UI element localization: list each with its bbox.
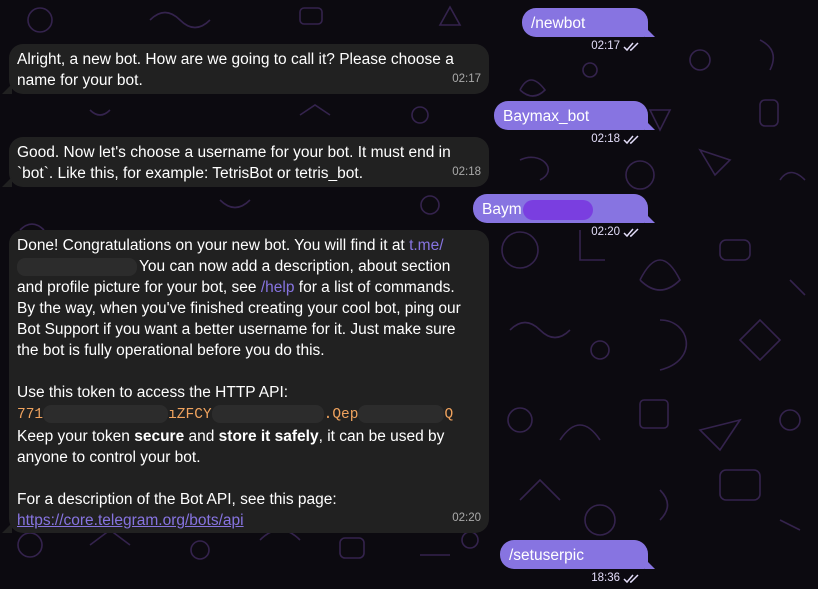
outgoing-message-newbot[interactable]: /newbot 02:17 [522, 8, 655, 52]
token-part: 771 [17, 407, 44, 423]
message-meta: 02:17 [591, 36, 640, 57]
token-part: .Qep [323, 407, 359, 423]
bot-api-link[interactable]: https://core.telegram.org/bots/api [17, 512, 244, 529]
api-token[interactable]: 771 ıZFCY .Qep Q [17, 403, 477, 426]
message-time: 02:17 [591, 40, 620, 52]
message-meta: 02:18 [591, 129, 640, 150]
token-label: Use this token to access the HTTP API: [17, 384, 289, 401]
message-time: 02:20 [452, 512, 481, 524]
text-span: Done! Congratulations on your new bot. Y… [17, 237, 410, 254]
message-meta: 02:20 [452, 508, 481, 529]
outgoing-message-setuserpic[interactable]: /setuserpic 18:36 [500, 540, 655, 584]
text-span: Keep your token [17, 428, 135, 445]
paragraph-congratulations: Done! Congratulations on your new bot. Y… [17, 235, 477, 361]
incoming-message-bot-created[interactable]: Done! Congratulations on your new bot. Y… [2, 230, 489, 533]
message-time: 02:20 [591, 226, 620, 238]
message-time: 18:36 [591, 572, 620, 584]
message-meta: 02:20 [591, 222, 640, 243]
message-time: 02:18 [452, 166, 481, 178]
bot-link[interactable]: t.me/ [409, 237, 443, 254]
message-text: /setuserpic [509, 547, 584, 564]
help-command-link[interactable]: /help [261, 279, 295, 296]
message-text: Good. Now let's choose a username for yo… [17, 144, 451, 182]
redacted-bot-link [17, 257, 137, 276]
message-meta: 02:17 [452, 69, 481, 90]
paragraph-bot-api: For a description of the Bot API, see th… [17, 489, 477, 531]
double-check-icon [623, 227, 639, 237]
message-meta: 02:18 [452, 162, 481, 183]
outgoing-message-bot-name[interactable]: Baymax_bot 02:18 [494, 101, 655, 145]
message-text: /newbot [531, 15, 586, 32]
redacted-token-segment [358, 404, 445, 423]
redacted-token-segment [43, 404, 169, 423]
text-span: and [184, 428, 219, 445]
message-text: Baym [482, 201, 522, 218]
message-text: Alright, a new bot. How are we going to … [17, 51, 454, 89]
message-time: 02:17 [452, 73, 481, 85]
bold-text: store it safely [218, 428, 319, 445]
text-span: For a description of the Bot API, see th… [17, 491, 337, 508]
redacted-token-segment [211, 404, 324, 423]
message-text: Baymax_bot [503, 108, 590, 125]
message-time: 02:18 [591, 133, 620, 145]
incoming-message-choose-name[interactable]: Alright, a new bot. How are we going to … [2, 44, 489, 94]
redacted-username [522, 199, 593, 220]
token-part: Q [444, 407, 454, 423]
outgoing-message-username[interactable]: Baym 02:20 [473, 194, 655, 238]
incoming-message-choose-username[interactable]: Good. Now let's choose a username for yo… [2, 137, 489, 187]
message-meta: 18:36 [591, 568, 640, 589]
paragraph-keep-secure: Keep your token secure and store it safe… [17, 426, 477, 468]
double-check-icon [623, 41, 639, 51]
double-check-icon [623, 573, 639, 583]
token-part: ıZFCY [168, 407, 212, 423]
bold-text: secure [134, 428, 185, 445]
double-check-icon [623, 134, 639, 144]
